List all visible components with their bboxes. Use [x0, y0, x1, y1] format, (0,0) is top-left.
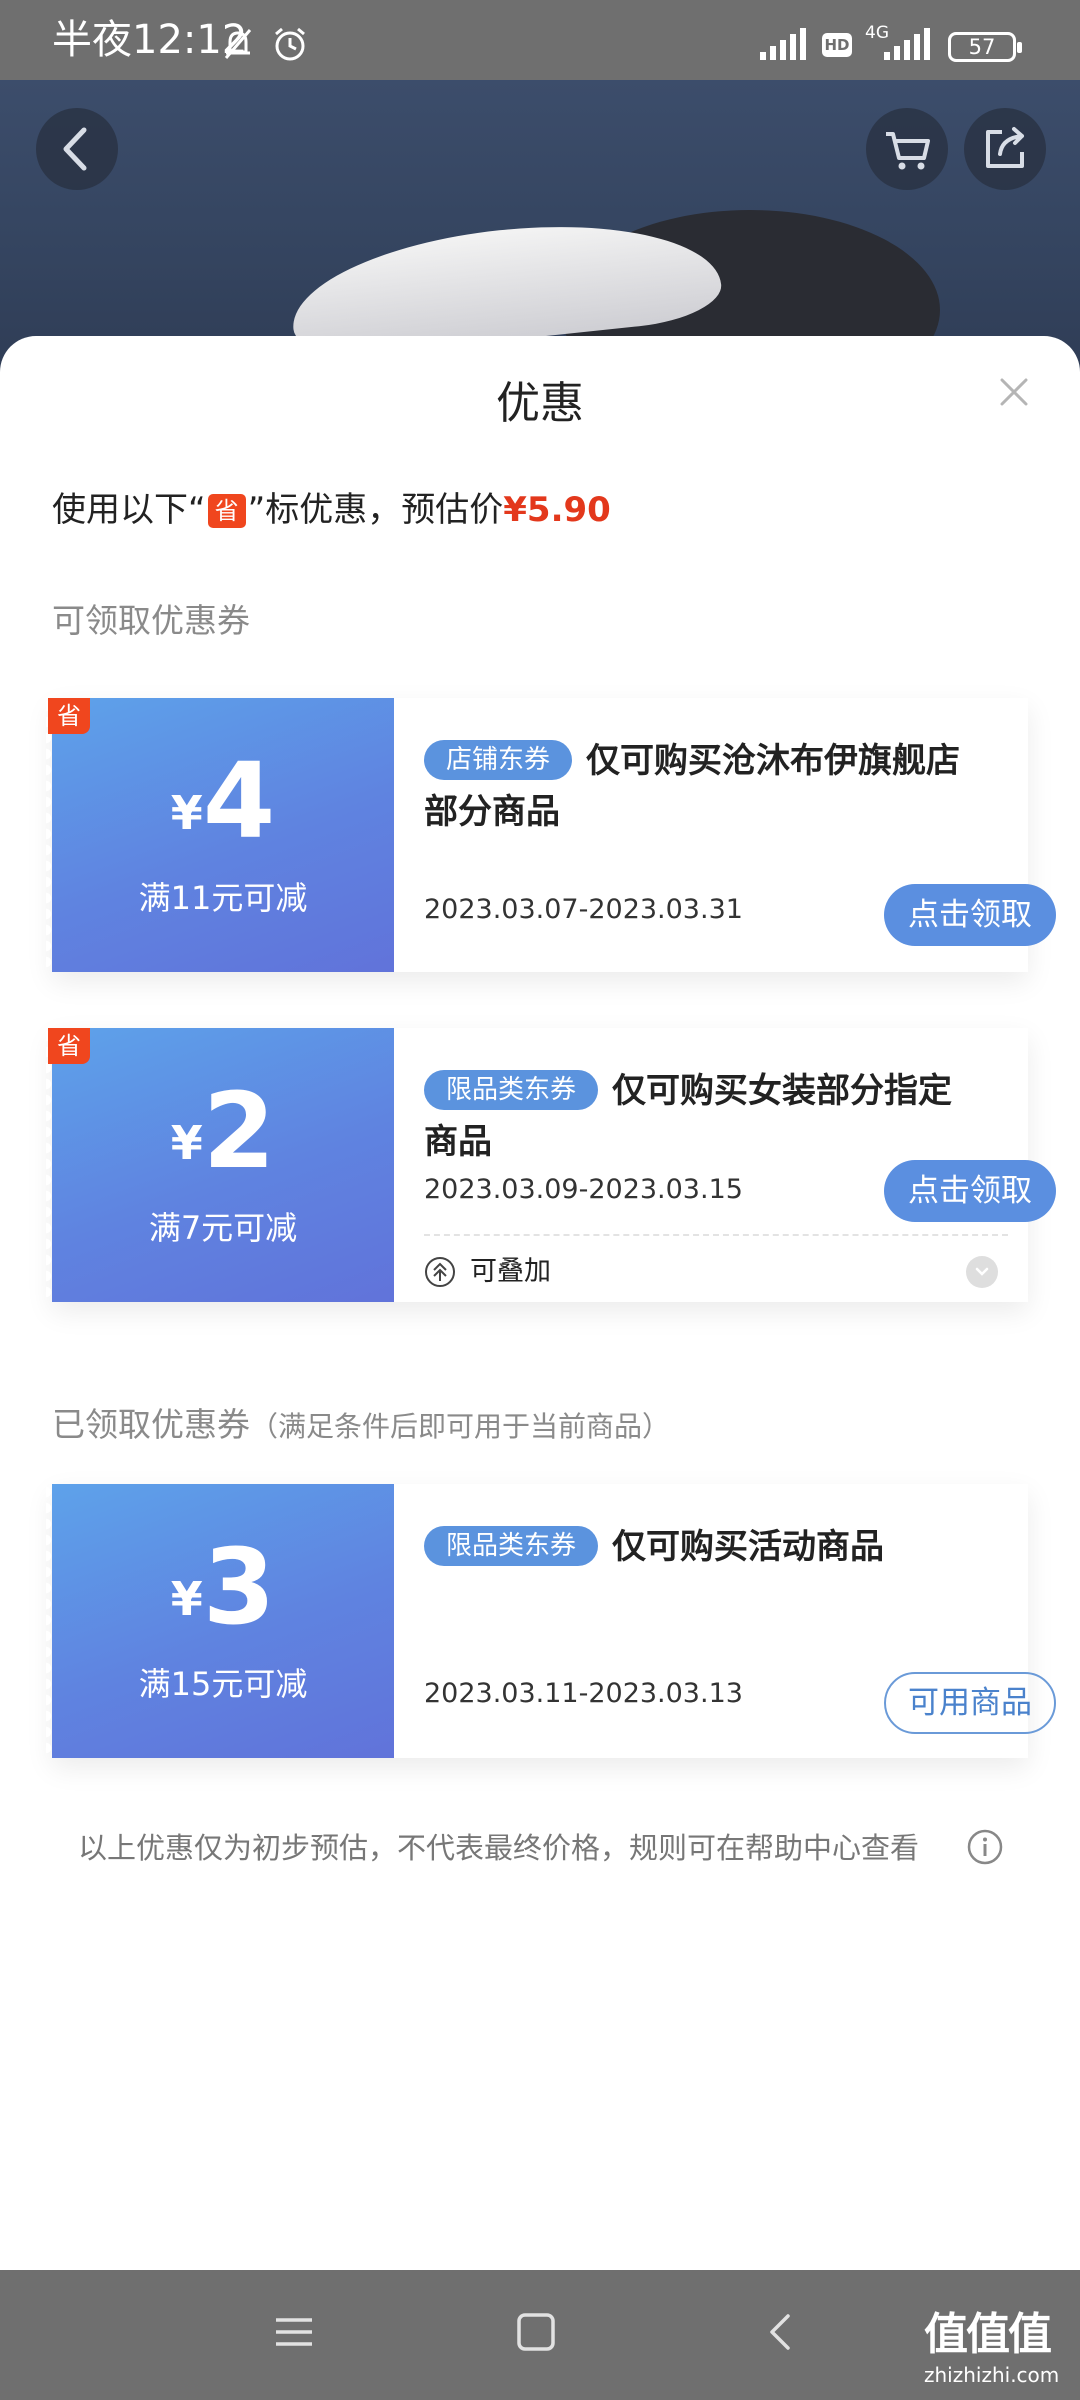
estimate-price: ¥5.90 — [503, 490, 611, 530]
coupon-condition: 满11元可减 — [138, 879, 308, 917]
close-icon[interactable] — [990, 368, 1038, 416]
amount-value: 2 — [202, 1070, 276, 1192]
mute-bell-icon — [224, 29, 252, 59]
coupon-date: 2023.03.09-2023.03.15 — [424, 1174, 743, 1205]
alarm-icon — [275, 27, 305, 61]
coupon-value-panel: ¥3 满15元可减 — [46, 1484, 394, 1758]
claim-button[interactable]: 点击领取 — [884, 1160, 1056, 1222]
watermark-url: zhizhizhi.com — [924, 2363, 1060, 2387]
estimate-prefix: 使用以下“ — [52, 490, 206, 530]
disclaimer-text: 以上优惠仅为初步预估，不代表最终价格，规则可在帮助中心查看 — [78, 1831, 920, 1865]
stack-icon — [425, 1257, 455, 1287]
coupon-amount: ¥4 — [52, 746, 394, 856]
hd-badge: HD — [822, 33, 852, 57]
home-icon[interactable] — [514, 2310, 558, 2354]
nav-back-icon[interactable] — [760, 2310, 804, 2354]
coupon-date: 2023.03.07-2023.03.31 — [424, 894, 743, 925]
coupon-description: 店铺东券 仅可购买沧沐布伊旗舰店部分商品 — [424, 736, 984, 838]
sheet-title: 优惠 — [496, 378, 584, 429]
cart-icon — [886, 132, 930, 170]
chevron-left-icon — [63, 127, 87, 171]
chevron-down-icon[interactable] — [966, 1256, 998, 1288]
coupon-card: ¥2 满7元可减 省 限品类东券 仅可购买女装部分指定商品 2023.03.09-… — [46, 1028, 1056, 1302]
coupon-condition: 满15元可减 — [138, 1665, 308, 1703]
claimed-section-title: 已领取优惠券 — [52, 1405, 250, 1444]
coupon-value-panel: ¥2 满7元可减 省 — [46, 1028, 394, 1302]
coupon-description: 限品类东券 仅可购买活动商品 — [424, 1522, 984, 1573]
claimed-section-note: （满足条件后即可用于当前商品） — [250, 1410, 671, 1443]
coupon-amount: ¥3 — [52, 1532, 394, 1642]
signal-icon — [760, 28, 806, 60]
share-button[interactable] — [964, 108, 1046, 190]
coupon-card: ¥4 满11元可减 省 店铺东券 仅可购买沧沐布伊旗舰店部分商品 2023.03.… — [46, 698, 1056, 972]
watermark-logo: 值值值 — [924, 2309, 1052, 2360]
signal-4g-icon — [884, 28, 930, 60]
stackable-label: 可叠加 — [470, 1256, 551, 1287]
sheng-tag: 省 — [48, 1028, 90, 1064]
cart-button[interactable] — [866, 108, 948, 190]
discount-sheet: 优惠 使用以下“ 省 ”标优惠，预估价¥5.90 可领取优惠券 ¥4 满11元可减 … — [0, 336, 1080, 2270]
coupon-description: 限品类东券 仅可购买女装部分指定商品 — [424, 1066, 984, 1168]
claim-button[interactable]: 点击领取 — [884, 884, 1056, 946]
coupon-details: 限品类东券 仅可购买活动商品 2023.03.11-2023.03.13 可用商品 — [394, 1484, 1056, 1758]
back-button[interactable] — [36, 108, 118, 190]
coupon-date: 2023.03.11-2023.03.13 — [424, 1678, 743, 1709]
currency-symbol: ¥ — [170, 1116, 203, 1170]
coupon-amount: ¥2 — [52, 1076, 394, 1186]
coupon-card: ¥3 满15元可减 限品类东券 仅可购买活动商品 2023.03.11-2023.… — [46, 1484, 1056, 1758]
menu-icon[interactable] — [272, 2310, 316, 2354]
coupon-type-pill: 店铺东券 — [424, 740, 573, 780]
coupon-details: 限品类东券 仅可购买女装部分指定商品 2023.03.09-2023.03.15 … — [394, 1028, 1056, 1302]
battery-indicator: 57 — [948, 32, 1022, 62]
coupon-details: 店铺东券 仅可购买沧沐布伊旗舰店部分商品 2023.03.07-2023.03.3… — [394, 698, 1056, 972]
coupon-value-panel: ¥4 满11元可减 省 — [46, 698, 394, 972]
coupon-description-text: 仅可购买活动商品 — [612, 1527, 885, 1567]
info-icon[interactable] — [966, 1828, 1004, 1866]
currency-symbol: ¥ — [170, 786, 203, 840]
system-navigation-bar: 值值值 zhizhizhi.com — [0, 2270, 1080, 2400]
coupon-divider — [424, 1234, 1008, 1236]
currency-symbol: ¥ — [170, 1572, 203, 1626]
estimate-line: 使用以下“ 省 ”标优惠，预估价¥5.90 — [52, 486, 611, 534]
available-coupons-heading: 可领取优惠券 — [52, 601, 250, 640]
status-bar: 半夜12:12 HD 4G 57 — [0, 0, 1080, 80]
amount-value: 3 — [202, 1526, 276, 1648]
sheng-tag: 省 — [48, 698, 90, 734]
amount-value: 4 — [202, 740, 276, 862]
stackable-row[interactable]: 可叠加 — [424, 1254, 998, 1290]
sheng-badge: 省 — [207, 494, 246, 528]
coupon-condition: 满7元可减 — [148, 1209, 298, 1247]
claimed-coupons-heading: 已领取优惠券（满足条件后即可用于当前商品） — [52, 1402, 670, 1450]
coupon-type-pill: 限品类东券 — [424, 1070, 599, 1110]
coupon-type-pill: 限品类东券 — [424, 1526, 599, 1566]
estimate-middle: ”标优惠，预估价 — [247, 490, 504, 530]
share-icon — [986, 127, 1024, 168]
available-products-button[interactable]: 可用商品 — [884, 1672, 1056, 1734]
